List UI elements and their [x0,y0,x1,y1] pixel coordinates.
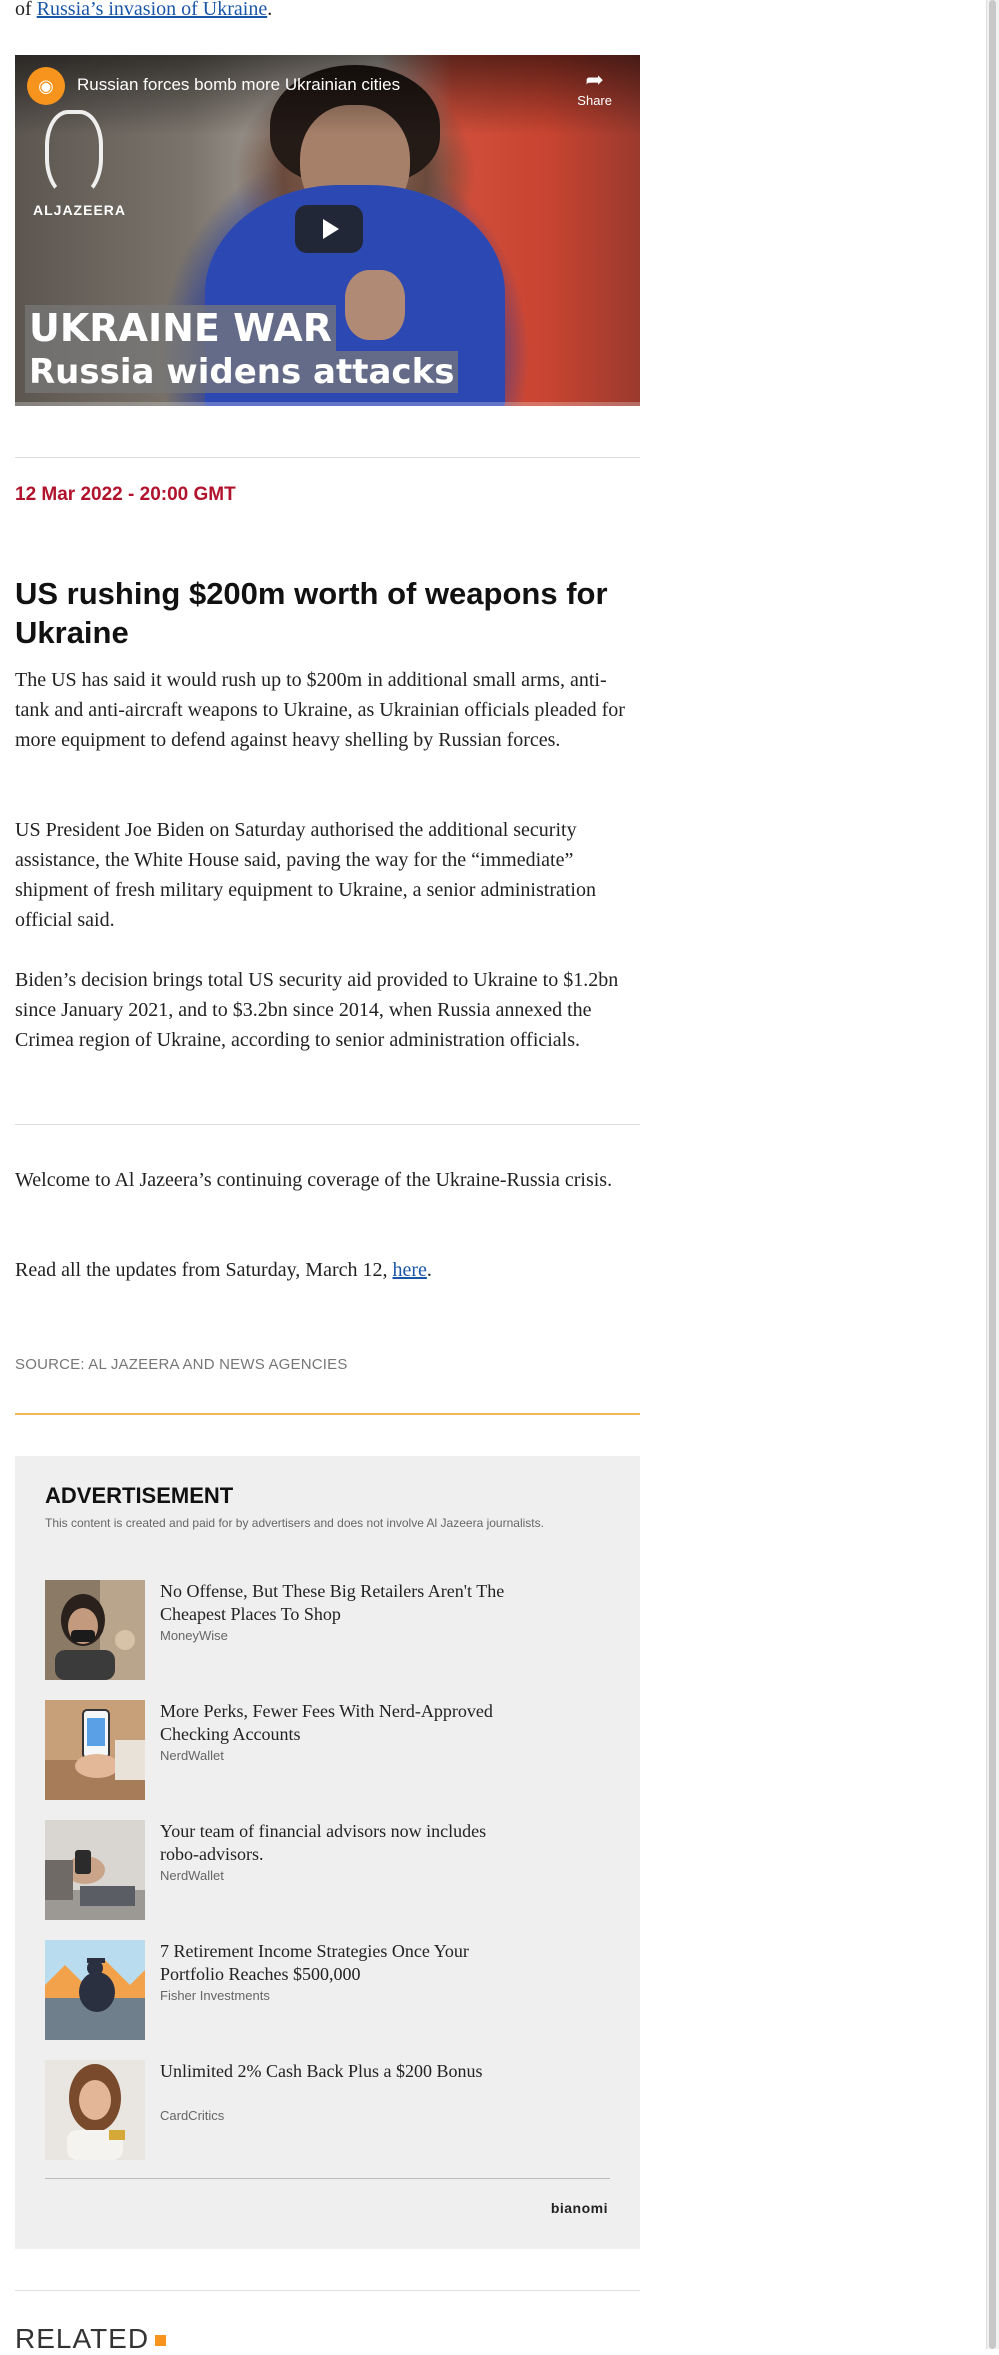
video-player[interactable]: ◉ Russian forces bomb more Ukrainian cit… [15,55,640,406]
ad-thumbnail[interactable] [45,1820,145,1920]
advertisement-block: ADVERTISEMENT This content is created an… [15,1456,640,2249]
ad-headline[interactable]: 7 Retirement Income Strategies Once Your… [160,1940,510,1986]
ad-brand[interactable]: NerdWallet [160,1868,224,1883]
orange-square-icon [155,2335,167,2347]
intro-suffix: . [267,0,273,20]
banner-line-2: Russia widens attacks [25,351,459,393]
bianomi-logo[interactable]: bianomi [551,2200,608,2216]
ad-headline[interactable]: Your team of financial advisors now incl… [160,1820,510,1866]
ad-brand[interactable]: CardCritics [160,2108,224,2123]
ad-item[interactable]: Your team of financial advisors now incl… [45,1820,605,1920]
channel-avatar[interactable]: ◉ [27,67,65,105]
share-button[interactable]: ➦ Share [577,68,612,109]
read-updates-paragraph: Read all the updates from Saturday, Marc… [15,1255,640,1285]
aljazeera-logo-icon [45,110,103,198]
ad-item[interactable]: Unlimited 2% Cash Back Plus a $200 Bonus… [45,2060,605,2160]
welcome-paragraph: Welcome to Al Jazeera’s continuing cover… [15,1169,613,1191]
ad-thumbnail[interactable] [45,1940,145,2040]
source-line: SOURCE: AL JAZEERA AND NEWS AGENCIES [15,1356,348,1373]
share-arrow-icon: ➦ [585,68,604,93]
logo-text: ALJAZEERA [33,202,127,218]
divider [15,1124,640,1125]
read-updates-prefix: Read all the updates from Saturday, Marc… [15,1259,393,1281]
ad-item[interactable]: 7 Retirement Income Strategies Once Your… [45,1940,605,2040]
intro-prefix: of [15,0,37,20]
divider [15,457,640,458]
ad-headline[interactable]: More Perks, Fewer Fees With Nerd-Approve… [160,1700,510,1746]
ad-thumbnail[interactable] [45,1580,145,1680]
update-headline: US rushing $200m worth of weapons for Uk… [15,576,608,650]
orange-divider [15,1413,640,1415]
scrollbar-thumb[interactable] [989,0,996,2349]
ad-brand[interactable]: MoneyWise [160,1628,228,1643]
update-paragraph-3: Biden’s decision brings total US securit… [15,969,619,1051]
play-button[interactable] [295,205,363,253]
read-updates-link[interactable]: here [392,1259,426,1281]
ad-item[interactable]: No Offense, But These Big Retailers Aren… [45,1580,605,1680]
ad-footer-divider [45,2178,610,2179]
video-top-shade [15,55,640,135]
ad-thumbnail[interactable] [45,1700,145,1800]
play-icon [323,219,339,239]
related-label: RELATED [15,2323,150,2354]
update-paragraph-2: US President Joe Biden on Saturday autho… [15,819,596,931]
intro-line: of Russia’s invasion of Ukraine. [15,0,640,24]
scrollbar[interactable] [986,0,999,2349]
video-progress-bar[interactable] [15,402,640,406]
invasion-link[interactable]: Russia’s invasion of Ukraine [37,0,268,20]
update-timestamp: 12 Mar 2022 - 20:00 GMT [15,484,236,505]
update-paragraph-1: The US has said it would rush up to $200… [15,669,625,751]
ad-headline[interactable]: Unlimited 2% Cash Back Plus a $200 Bonus [160,2060,510,2083]
divider [15,2290,640,2291]
video-title[interactable]: Russian forces bomb more Ukrainian citie… [77,75,400,95]
ad-brand[interactable]: Fisher Investments [160,1988,270,2003]
ad-item[interactable]: More Perks, Fewer Fees With Nerd-Approve… [45,1700,605,1800]
ad-headline[interactable]: No Offense, But These Big Retailers Aren… [160,1580,510,1626]
share-label: Share [577,93,612,108]
ad-disclaimer: This content is created and paid for by … [45,1516,544,1530]
read-updates-suffix: . [426,1259,432,1281]
ad-title: ADVERTISEMENT [45,1483,234,1508]
related-heading: RELATED [15,2323,640,2355]
ad-thumbnail[interactable] [45,2060,145,2160]
ad-brand[interactable]: NerdWallet [160,1748,224,1763]
thumbnail-hand [345,270,405,340]
banner-line-1: UKRAINE WAR [25,305,336,351]
